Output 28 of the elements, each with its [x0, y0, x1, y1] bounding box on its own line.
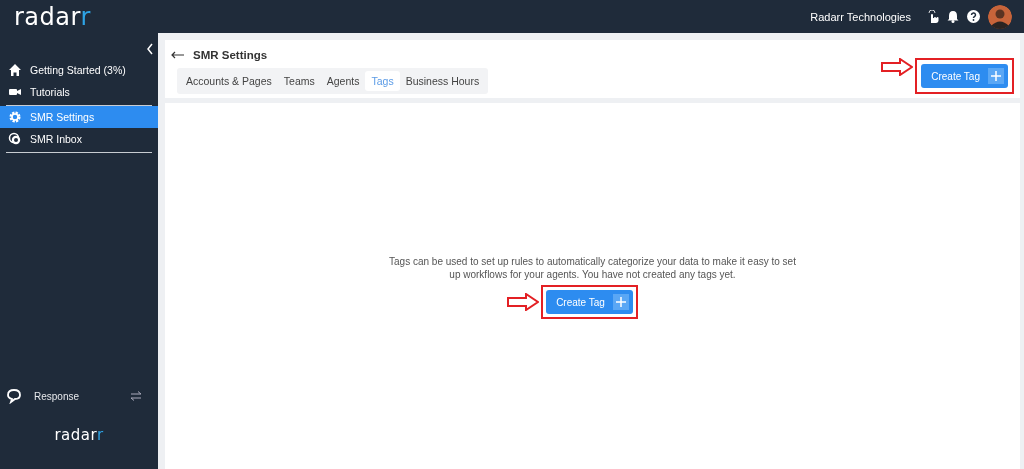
- avatar[interactable]: [988, 4, 1012, 29]
- logo: radarr: [14, 4, 91, 29]
- plus-icon: [991, 71, 1001, 81]
- collapse-icon[interactable]: [146, 43, 154, 55]
- tab[interactable]: Business Hours: [399, 71, 486, 91]
- arrow-icon: [881, 58, 914, 76]
- help-icon[interactable]: [967, 10, 980, 23]
- hand-pointer-icon[interactable]: [927, 9, 939, 24]
- arrow-icon: [507, 293, 540, 311]
- gear-icon: [8, 110, 22, 124]
- logo: radarr: [54, 428, 104, 443]
- tab[interactable]: Agents: [320, 71, 366, 91]
- home-icon: [8, 63, 22, 77]
- company-name: Radarr Technologies: [810, 10, 911, 23]
- back-arrow-icon[interactable]: [171, 51, 185, 59]
- sidebar-item[interactable]: SMR Inbox: [0, 128, 158, 150]
- swap-icon[interactable]: [130, 391, 142, 401]
- tab[interactable]: Teams: [277, 71, 321, 91]
- sidebar-item[interactable]: Tutorials: [0, 81, 158, 103]
- inbox-icon: [8, 132, 22, 146]
- page-title: SMR Settings: [193, 49, 268, 61]
- bell-icon[interactable]: [947, 10, 959, 23]
- plus-icon: [615, 297, 626, 307]
- tab[interactable]: Accounts & Pages: [180, 71, 278, 91]
- sidebar-item[interactable]: Getting Started (3%): [0, 59, 158, 81]
- empty-message: Tags can be used to set up rules to automatically categorize your data to make it easy to set up workflows for your agents. You have not created any tags yet.: [388, 255, 797, 281]
- chat-icon: [6, 388, 22, 404]
- response-label: Response: [34, 390, 81, 402]
